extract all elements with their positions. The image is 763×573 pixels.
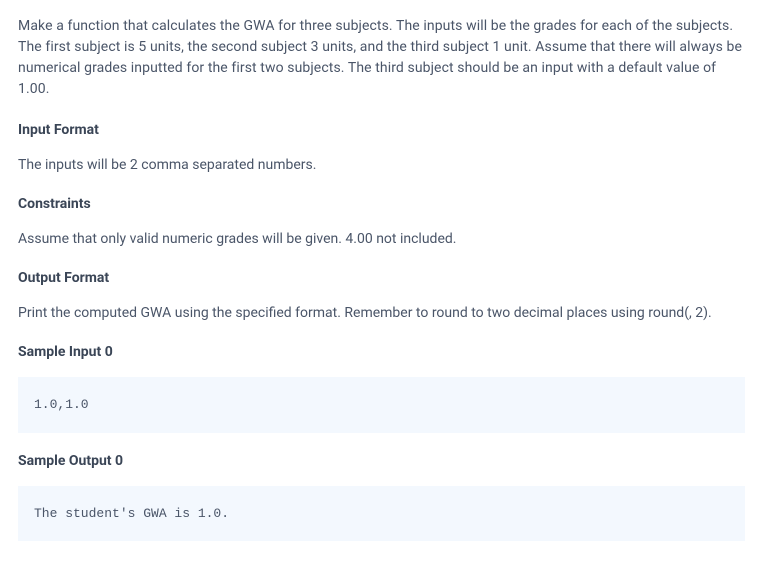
constraints-text: Assume that only valid numeric grades wi… [18,229,745,250]
sample-input-0-code: 1.0,1.0 [18,377,745,433]
output-format-heading: Output Format [18,268,745,289]
input-format-heading: Input Format [18,120,745,141]
constraints-heading: Constraints [18,194,745,215]
output-format-text: Print the computed GWA using the specifi… [18,303,745,324]
sample-output-0-heading: Sample Output 0 [18,451,745,472]
sample-output-0-code: The student's GWA is 1.0. [18,486,745,542]
input-format-text: The inputs will be 2 comma separated num… [18,155,745,176]
sample-input-0-heading: Sample Input 0 [18,342,745,363]
problem-description: Make a function that calculates the GWA … [18,16,745,100]
